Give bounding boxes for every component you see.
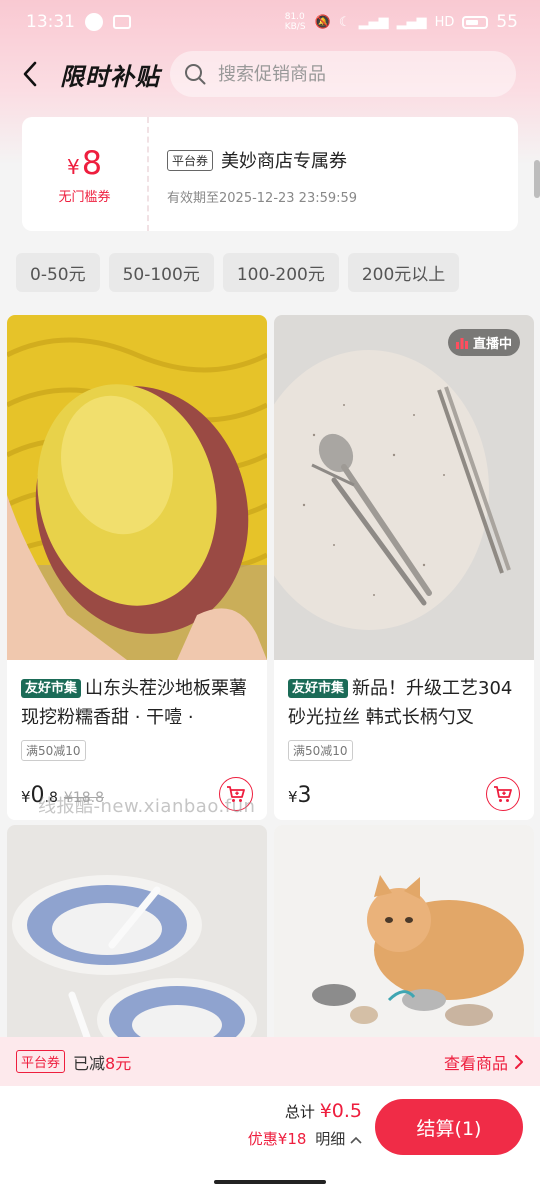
coupon-type-tag: 平台券 <box>167 149 214 171</box>
product-card[interactable] <box>274 825 534 1037</box>
home-indicator[interactable] <box>214 1180 326 1184</box>
price: ¥ 3 <box>288 777 520 819</box>
network-type: HD <box>434 14 455 30</box>
coupon-title: 美妙商店专属券 <box>221 151 348 172</box>
total-value: ¥0.5 <box>319 1100 362 1122</box>
checkout-footer: 总计 ¥0.5 优惠¥18 明细 结算(1) <box>0 1086 540 1200</box>
chevron-right-icon <box>515 1054 523 1069</box>
signal-icon-2: ▂▄▆ <box>396 14 427 30</box>
live-bars-icon <box>455 337 468 349</box>
price-integer: 3 <box>297 783 312 808</box>
coupon-info: 平台券 美妙商店专属券 有效期至2025-12-23 23:59:59 <box>149 117 357 231</box>
signal-icon: ▂▄▆ <box>358 14 389 30</box>
chevron-up-icon <box>350 1136 362 1144</box>
coupon-currency: ¥ <box>66 154 80 179</box>
status-time: 13:31 <box>26 12 75 32</box>
market-tag: 友好市集 <box>288 679 349 698</box>
market-tag: 友好市集 <box>21 679 82 698</box>
cart-plus-icon <box>494 786 512 802</box>
image-notification-icon <box>113 15 131 29</box>
discount-detail-toggle[interactable]: 优惠¥18 明细 <box>248 1128 362 1149</box>
view-products-link[interactable]: 查看商品 <box>444 1050 524 1074</box>
coupon-card[interactable]: ¥ 8 无门槛券 平台券 美妙商店专属券 有效期至2025-12-23 23:5… <box>22 117 518 231</box>
filter-100-200[interactable]: 100-200元 <box>222 253 339 292</box>
live-badge: 直播中 <box>447 329 520 356</box>
product-image-cat-toys[interactable] <box>274 825 534 1037</box>
moon-icon: ☾ <box>338 14 351 30</box>
back-button[interactable] <box>0 50 60 98</box>
product-image-cutlery[interactable]: 直播中 <box>274 315 534 660</box>
discount-value: ¥18 <box>277 1130 307 1148</box>
scrollbar[interactable] <box>534 160 540 198</box>
page-title: 限时补贴 <box>60 62 160 91</box>
checkout-button[interactable]: 结算(1) <box>375 1099 523 1155</box>
chevron-left-icon <box>23 61 37 87</box>
filter-0-50[interactable]: 0-50元 <box>16 253 100 292</box>
coupon-validity: 有效期至2025-12-23 23:59:59 <box>167 191 358 206</box>
product-title: 友好市集 新品！升级工艺304砂光拉丝 韩式长柄勺叉 <box>288 678 513 728</box>
search-bar[interactable] <box>170 51 516 97</box>
filter-200-plus[interactable]: 200元以上 <box>347 253 460 292</box>
coupon-value: ¥ 8 无门槛券 <box>22 117 149 231</box>
add-to-cart-button[interactable] <box>486 777 520 811</box>
status-bar: 13:31 81.0 KB/S 🔕 ☾ ▂▄▆ ▂▄▆ HD 55 <box>0 0 540 44</box>
coupon-bar-tag: 平台券 <box>16 1050 66 1073</box>
search-input[interactable] <box>218 63 488 85</box>
watermark: 线报酷-new.xianbao.fun <box>38 796 256 817</box>
reduced-amount: 已减8元 <box>73 1053 132 1073</box>
total-label: 总计 <box>284 1103 315 1121</box>
message-notification-icon <box>85 13 103 31</box>
price-filter-bar: 0-50元 50-100元 100-200元 200元以上 <box>16 253 460 292</box>
product-title: 友好市集 山东头茬沙地板栗薯现挖粉糯香甜 · 干噎 · <box>21 678 248 728</box>
product-card[interactable]: 直播中 友好市集 新品！升级工艺304砂光拉丝 韩式长柄勺叉 满50减10 ¥ 3 <box>274 315 534 820</box>
product-image-sweet-potato[interactable] <box>7 315 267 660</box>
filter-50-100[interactable]: 50-100元 <box>108 253 214 292</box>
mute-icon: 🔕 <box>314 14 331 30</box>
battery-level: 55 <box>496 12 518 32</box>
coupon-amount: 8 <box>81 143 103 182</box>
total-summary: 总计 ¥0.5 优惠¥18 明细 <box>248 1100 362 1149</box>
product-card[interactable]: 友好市集 山东头茬沙地板栗薯现挖粉糯香甜 · 干噎 · 满50减10 ¥ 0 .8… <box>7 315 267 820</box>
battery-icon <box>462 15 489 29</box>
network-speed: 81.0 KB/S <box>284 12 306 32</box>
product-image-bowls[interactable] <box>7 825 267 1037</box>
discount-tag: 满50减10 <box>288 740 353 761</box>
product-card[interactable] <box>7 825 267 1037</box>
detail-label: 明细 <box>315 1130 346 1148</box>
search-icon <box>185 64 206 85</box>
applied-coupon-bar: 平台券 已减8元 查看商品 <box>0 1037 540 1086</box>
discount-tag: 满50减10 <box>21 740 86 761</box>
top-navigation: 限时补贴 <box>0 50 540 98</box>
coupon-condition: 无门槛券 <box>58 189 111 205</box>
